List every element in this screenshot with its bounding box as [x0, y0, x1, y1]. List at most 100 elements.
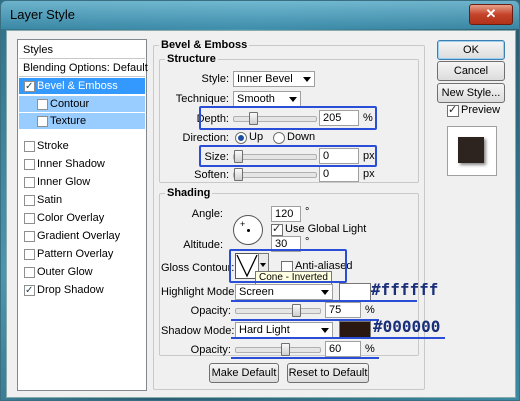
style-item-label: Inner Glow — [37, 176, 91, 188]
opacity-highlight-unit: % — [365, 304, 375, 316]
opacity-shadow-input[interactable]: 60 — [325, 341, 361, 357]
direction-down-radio[interactable] — [273, 132, 285, 144]
style-item-inner-shadow[interactable]: Inner Shadow — [19, 156, 145, 172]
opacity-shadow-slider[interactable] — [235, 343, 321, 356]
shadow-mode-label: Shadow Mode: — [161, 325, 235, 337]
style-dropdown-value: Inner Bevel — [237, 73, 293, 85]
size-highlight — [199, 145, 377, 167]
shadow-mode-value: Hard Light — [239, 324, 290, 336]
gradient-overlay-checkbox[interactable] — [24, 231, 35, 242]
reset-to-default-button[interactable]: Reset to Default — [287, 363, 369, 383]
outer-glow-checkbox[interactable] — [24, 267, 35, 278]
chevron-down-icon — [321, 290, 329, 295]
soften-slider[interactable] — [233, 168, 317, 181]
style-item-label: Outer Glow — [37, 266, 93, 278]
style-item-label: Contour — [50, 98, 90, 110]
soften-input[interactable]: 0 — [319, 166, 359, 182]
depth-highlight — [199, 106, 377, 130]
pattern-overlay-checkbox[interactable] — [24, 249, 35, 260]
preview-thumbnail — [447, 126, 497, 176]
highlight-hex-annotation: #ffffff — [371, 280, 439, 299]
angle-unit: ° — [305, 206, 310, 218]
layer-style-dialog: Layer Style ✕ Styles Blending Options: D… — [0, 0, 520, 401]
style-item-contour[interactable]: Contour — [19, 96, 145, 112]
opacity-shadow-label: Opacity: — [190, 344, 231, 356]
stroke-checkbox[interactable] — [24, 141, 35, 152]
global-light-label: Use Global Light — [285, 223, 367, 235]
highlight-mode-label: Highlight Mode: — [161, 286, 238, 298]
satin-checkbox[interactable] — [24, 195, 35, 206]
style-item-label: Stroke — [37, 140, 69, 152]
structure-heading: Structure — [165, 53, 218, 65]
inner-shadow-checkbox[interactable] — [24, 159, 35, 170]
style-label: Style: — [201, 73, 229, 85]
direction-up-radio[interactable] — [235, 132, 247, 144]
inner-glow-checkbox[interactable] — [24, 177, 35, 188]
shadow-mode-underline — [231, 337, 445, 339]
ok-button[interactable]: OK — [437, 40, 505, 60]
global-light-checkbox[interactable] — [271, 222, 283, 236]
opacity-shadow-underline — [231, 357, 379, 359]
chevron-down-icon — [321, 328, 329, 333]
cancel-button[interactable]: Cancel — [437, 61, 505, 81]
make-default-button[interactable]: Make Default — [209, 363, 279, 383]
contour-checkbox[interactable] — [37, 99, 48, 110]
style-item-label: Color Overlay — [37, 212, 105, 224]
style-item-inner-glow[interactable]: Inner Glow — [19, 174, 145, 190]
close-button[interactable]: ✕ — [469, 4, 513, 25]
bevel-emboss-checkbox[interactable] — [24, 79, 35, 95]
style-item-label: Inner Shadow — [37, 158, 105, 170]
texture-checkbox[interactable] — [37, 116, 48, 127]
crosshair-icon: + — [240, 219, 246, 229]
highlight-color-swatch[interactable] — [339, 283, 371, 301]
direction-label: Direction: — [182, 132, 229, 144]
angle-dial[interactable]: + — [233, 215, 263, 245]
title-bar[interactable]: Layer Style ✕ — [1, 1, 519, 29]
style-item-satin[interactable]: Satin — [19, 192, 145, 208]
style-item-stroke[interactable]: Stroke — [19, 138, 145, 154]
direction-down-label: Down — [287, 131, 316, 143]
window-title: Layer Style — [10, 7, 76, 22]
soften-label: Soften: — [194, 169, 229, 181]
style-item-pattern-overlay[interactable]: Pattern Overlay — [19, 246, 145, 262]
shadow-mode-dropdown[interactable]: Hard Light — [235, 322, 333, 338]
new-style-button[interactable]: New Style... — [437, 83, 505, 103]
drop-shadow-checkbox[interactable] — [24, 283, 35, 299]
angle-input[interactable]: 120 — [271, 206, 301, 222]
technique-dropdown[interactable]: Smooth — [233, 91, 301, 107]
altitude-unit: ° — [305, 236, 310, 248]
style-item-label: Drop Shadow — [37, 284, 104, 296]
preview-label: Preview — [461, 104, 501, 116]
dialog-client: Styles Blending Options: Default Bevel &… — [6, 30, 516, 398]
style-item-bevel-emboss[interactable]: Bevel & Emboss — [19, 78, 145, 95]
color-overlay-checkbox[interactable] — [24, 213, 35, 224]
style-item-gradient-overlay[interactable]: Gradient Overlay — [19, 228, 145, 244]
styles-list: Styles Blending Options: Default Bevel &… — [17, 39, 148, 391]
style-item-label: Bevel & Emboss — [37, 80, 118, 92]
blending-options-item[interactable]: Blending Options: Default — [19, 60, 148, 77]
highlight-mode-value: Screen — [239, 286, 274, 298]
angle-dial-center — [247, 229, 250, 232]
chevron-down-icon — [289, 97, 297, 102]
style-item-drop-shadow[interactable]: Drop Shadow — [19, 282, 145, 299]
opacity-highlight-input[interactable]: 75 — [325, 302, 361, 318]
opacity-highlight-slider[interactable] — [235, 304, 321, 317]
shading-heading: Shading — [165, 187, 213, 199]
highlight-mode-dropdown[interactable]: Screen — [235, 284, 333, 300]
style-item-label: Satin — [37, 194, 63, 206]
technique-dropdown-value: Smooth — [237, 93, 275, 105]
highlight-underline — [231, 300, 417, 302]
style-item-color-overlay[interactable]: Color Overlay — [19, 210, 145, 226]
style-item-outer-glow[interactable]: Outer Glow — [19, 264, 145, 280]
style-dropdown[interactable]: Inner Bevel — [233, 71, 315, 87]
preview-checkbox[interactable] — [447, 103, 459, 117]
altitude-label: Altitude: — [183, 239, 223, 251]
opacity-highlight-thumb[interactable] — [292, 304, 302, 317]
technique-label: Technique: — [175, 93, 229, 105]
soften-slider-thumb[interactable] — [234, 168, 243, 181]
styles-list-header[interactable]: Styles — [19, 42, 145, 59]
opacity-shadow-thumb[interactable] — [281, 343, 290, 356]
style-item-label: Pattern Overlay — [37, 248, 114, 260]
shadow-hex-annotation: #000000 — [373, 317, 441, 336]
style-item-texture[interactable]: Texture — [19, 113, 145, 129]
